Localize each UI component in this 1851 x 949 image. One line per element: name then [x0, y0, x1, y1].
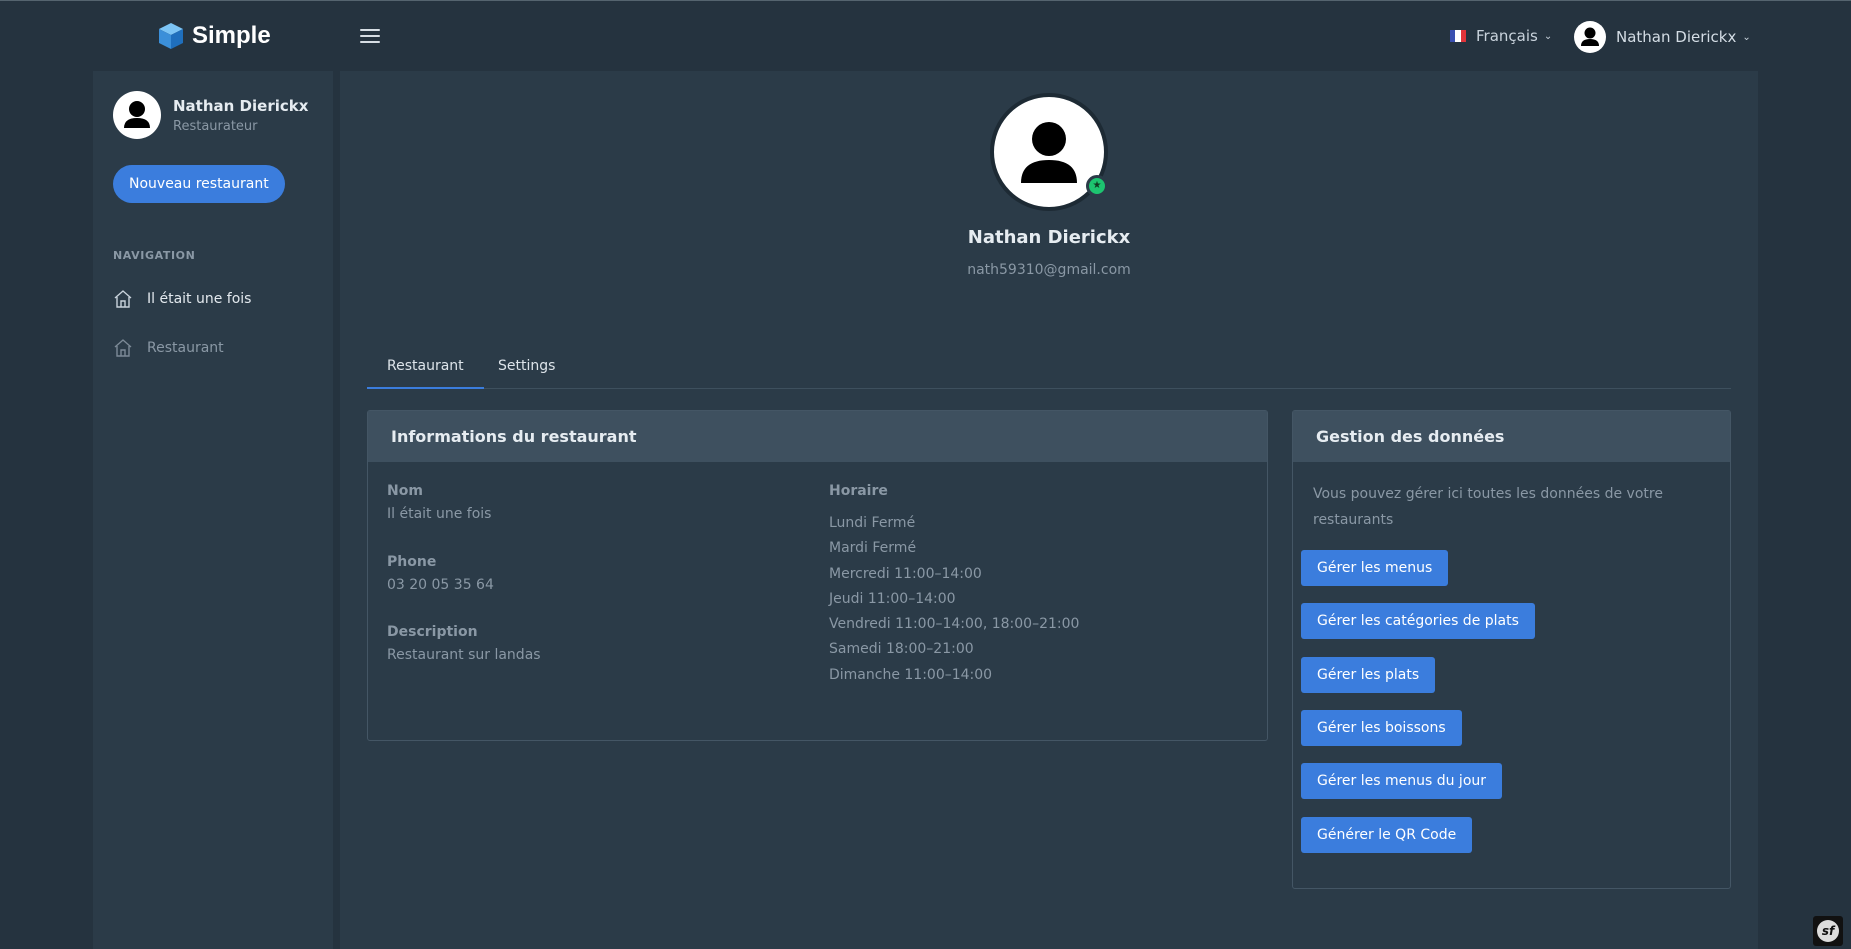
- sidebar-user: Nathan Dierickx Restaurateur: [113, 91, 308, 139]
- nav-heading: NAVIGATION: [113, 249, 196, 262]
- data-management-card: Gestion des données Vous pouvez gérer ic…: [1292, 410, 1731, 889]
- schedule-day: Samedi 18:00–21:00: [829, 641, 974, 658]
- card-description: Vous pouvez gérer ici toutes les données…: [1313, 486, 1663, 528]
- manage-dish-categories-button[interactable]: Gérer les catégories de plats: [1301, 603, 1535, 639]
- field-value-description: Restaurant sur landas: [387, 647, 541, 663]
- card-title: Informations du restaurant: [368, 411, 1267, 462]
- profile-avatar: ★: [990, 93, 1108, 211]
- user-menu-dropdown[interactable]: Nathan Dierickx ⌄: [1574, 21, 1751, 53]
- sidebar-item-label: Il était une fois: [147, 291, 252, 307]
- manage-dishes-button[interactable]: Gérer les plats: [1301, 657, 1436, 693]
- profile-tabs: Restaurant Settings: [367, 345, 1731, 389]
- new-restaurant-button[interactable]: Nouveau restaurant: [113, 165, 285, 203]
- brand-name: Simple: [192, 22, 271, 49]
- card-title: Gestion des données: [1293, 411, 1730, 462]
- profile-name: Nathan Dierickx: [967, 227, 1131, 248]
- main-content: ★ Nathan Dierickx nath59310@gmail.com Re…: [340, 71, 1758, 949]
- chevron-down-icon: ⌄: [1543, 30, 1553, 42]
- sidebar-user-name: Nathan Dierickx: [173, 96, 309, 115]
- user-silhouette-icon: [1581, 27, 1599, 46]
- avatar: [113, 91, 161, 139]
- field-label-nom: Nom: [387, 483, 423, 499]
- field-label-description: Description: [387, 624, 478, 640]
- user-silhouette-icon: [124, 101, 150, 128]
- home-icon: [114, 339, 132, 357]
- sidebar-item-il-etait-une-fois[interactable]: Il était une fois: [113, 289, 251, 309]
- tab-settings[interactable]: Settings: [478, 345, 575, 389]
- schedule-list: Lundi Fermé Mardi Fermé Mercredi 11:00–1…: [829, 511, 1079, 688]
- sidebar-user-role: Restaurateur: [173, 118, 258, 134]
- schedule-day: Mercredi 11:00–14:00: [829, 565, 982, 582]
- sidebar-item-label: Restaurant: [147, 340, 224, 356]
- generate-qr-code-button[interactable]: Générer le QR Code: [1301, 817, 1473, 853]
- online-status-icon: ★: [1086, 175, 1108, 197]
- language-dropdown[interactable]: Français ⌄: [1450, 27, 1552, 45]
- field-label-phone: Phone: [387, 554, 437, 570]
- schedule-day: Dimanche 11:00–14:00: [829, 666, 993, 683]
- profile-email: nath59310@gmail.com: [967, 262, 1131, 278]
- sidebar-toggle-icon[interactable]: [360, 29, 380, 45]
- schedule-day: Mardi Fermé: [829, 540, 917, 557]
- symfony-toolbar-icon[interactable]: sf: [1813, 916, 1843, 946]
- schedule-day: Jeudi 11:00–14:00: [829, 590, 956, 607]
- avatar: [1574, 21, 1606, 53]
- field-value-phone: 03 20 05 35 64: [387, 577, 494, 593]
- top-navbar: Simple Français ⌄ Nathan Dierickx ⌄: [0, 0, 1851, 71]
- language-label: Français: [1476, 27, 1538, 45]
- sidebar-item-restaurant[interactable]: Restaurant: [113, 338, 224, 358]
- french-flag-icon: [1450, 30, 1466, 42]
- schedule-day: Vendredi 11:00–14:00, 18:00–21:00: [829, 616, 1080, 633]
- home-icon: [114, 290, 132, 308]
- field-label-horaire: Horaire: [829, 483, 888, 499]
- brand-logo[interactable]: Simple: [158, 22, 271, 50]
- chevron-down-icon: ⌄: [1742, 31, 1751, 43]
- manage-drinks-button[interactable]: Gérer les boissons: [1301, 710, 1462, 746]
- manage-daily-menus-button[interactable]: Gérer les menus du jour: [1301, 763, 1503, 799]
- tab-restaurant[interactable]: Restaurant: [367, 345, 484, 389]
- manage-menus-button[interactable]: Gérer les menus: [1301, 550, 1449, 586]
- sidebar: Nathan Dierickx Restaurateur Nouveau res…: [93, 71, 333, 949]
- cube-icon: [159, 23, 183, 49]
- restaurant-info-card: Informations du restaurant Nom Il était …: [367, 410, 1268, 741]
- schedule-day: Lundi Fermé: [829, 515, 916, 531]
- field-value-nom: Il était une fois: [387, 506, 492, 522]
- user-menu-name: Nathan Dierickx: [1616, 28, 1737, 46]
